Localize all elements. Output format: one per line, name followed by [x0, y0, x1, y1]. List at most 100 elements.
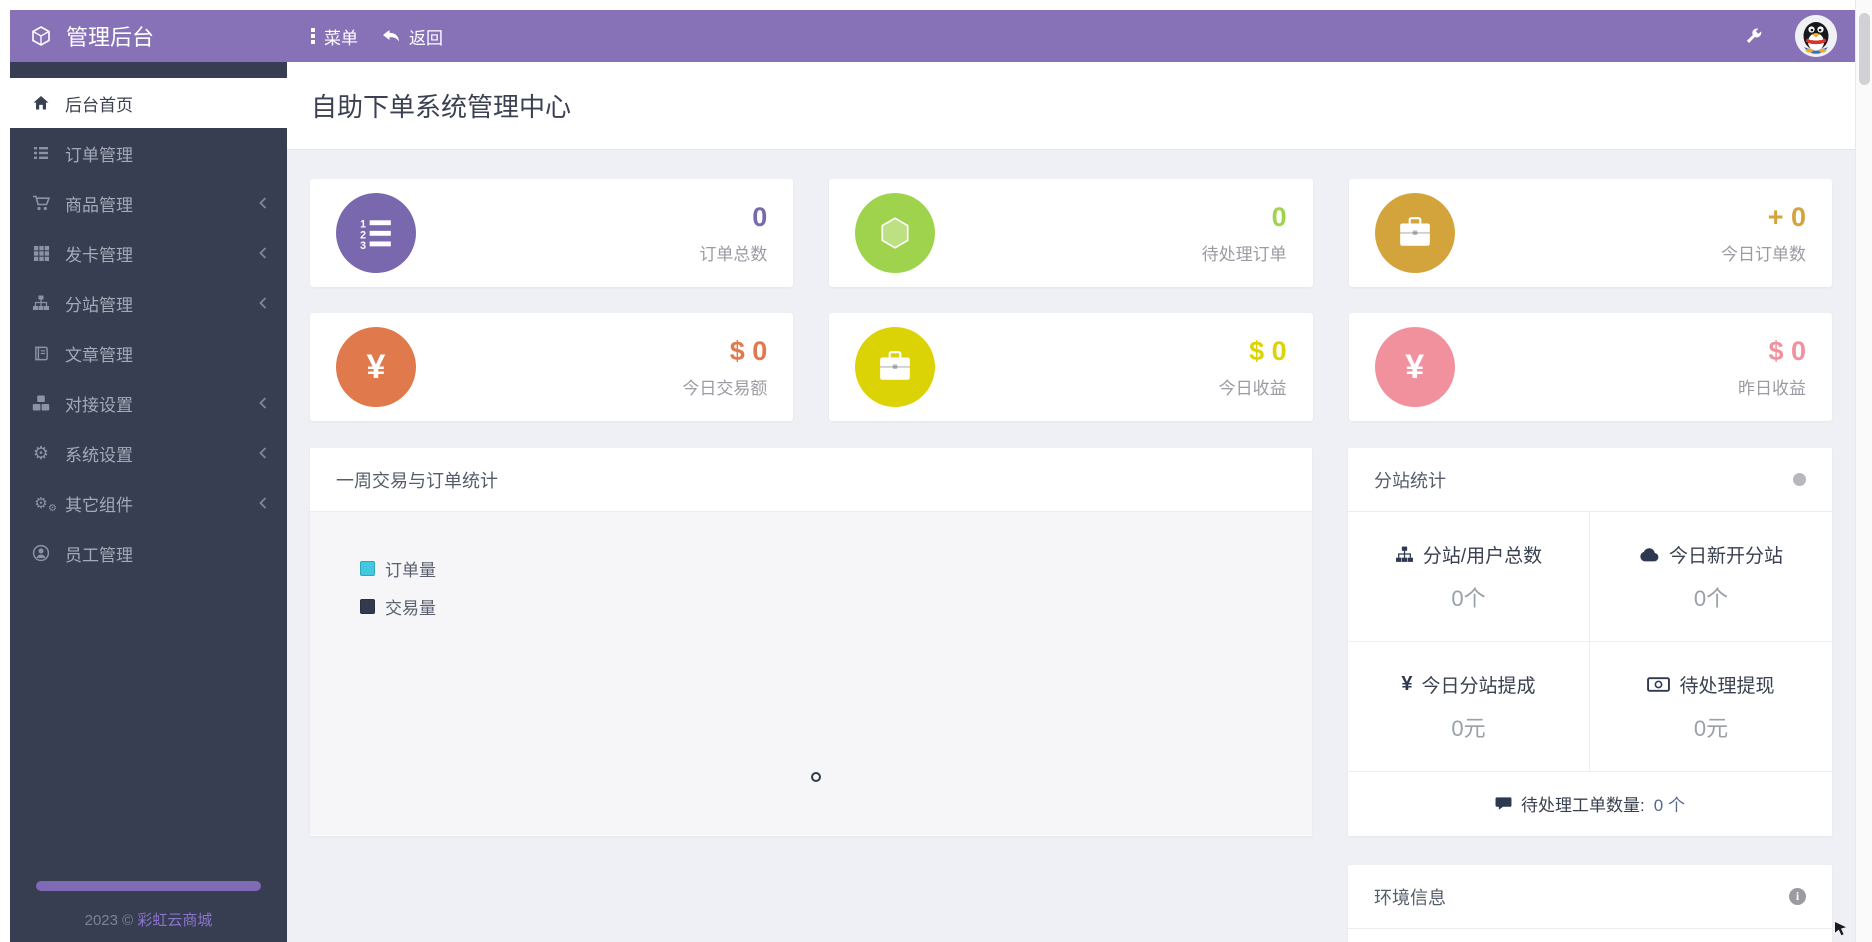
stat-value: $ 0 [1768, 335, 1806, 366]
sidebar-item-staff[interactable]: 员工管理 [10, 528, 287, 578]
stat-grid: 1 2 3 0 订单总数 0 待处理订单 + 0 今日订单数 ¥ $ 0 今日交… [310, 179, 1832, 421]
list-icon [30, 144, 52, 162]
substation-cell-commission: ¥ 今日分站提成 0元 [1348, 642, 1590, 772]
environment-panel-title: 环境信息 [1374, 887, 1446, 908]
legend-item-transactions[interactable]: 交易量 [360, 594, 436, 619]
chart-panel-header: 一周交易与订单统计 [310, 448, 1312, 512]
legend-label: 订单量 [385, 561, 436, 580]
money-bill-icon [1647, 676, 1671, 692]
loading-spinner [811, 772, 821, 782]
substation-panel: 分站统计 分站/用户总数 0个 今日新开分站 0个 ¥ 今日分站提成 0元 待处… [1348, 448, 1832, 836]
brand-title: 管理后台 [66, 25, 155, 50]
chevron-left-icon [259, 447, 267, 459]
sidebar-item-cards[interactable]: 发卡管理 [10, 228, 287, 278]
legend-swatch [360, 561, 375, 576]
cube-icon [30, 25, 52, 47]
stat-label: 今日交易额 [682, 378, 768, 398]
sidebar-item-label: 对接设置 [65, 395, 133, 415]
gear-icon: ⚙ [32, 443, 50, 463]
yen-icon: ¥ [336, 327, 416, 407]
stat-label: 今日订单数 [1721, 244, 1806, 264]
sidebar-item-components[interactable]: ⚙ ⚙ 其它组件 [10, 478, 287, 528]
legend-label: 交易量 [385, 599, 436, 618]
menu-label: 菜单 [324, 28, 358, 48]
sidebar-item-label: 文章管理 [65, 345, 133, 365]
sidebar-item-products[interactable]: 商品管理 [10, 178, 287, 228]
legend-item-orders[interactable]: 订单量 [360, 556, 436, 581]
sidebar-item-articles[interactable]: 文章管理 [10, 328, 287, 378]
substation-grid: 分站/用户总数 0个 今日新开分站 0个 ¥ 今日分站提成 0元 待处理提现 0… [1348, 512, 1832, 772]
chevron-left-icon [259, 497, 267, 509]
back-button[interactable]: 返回 [382, 24, 443, 49]
stat-value: 0 [1271, 201, 1287, 232]
sidebar-item-label: 分站管理 [65, 295, 133, 315]
pending-tickets-row[interactable]: 待处理工单数量: 0 个 [1348, 772, 1832, 835]
sidebar-item-substations[interactable]: 分站管理 [10, 278, 287, 328]
cell-value: 0元 [1693, 715, 1729, 741]
app-logo[interactable]: 管理后台 [10, 20, 287, 52]
cell-label: 今日分站提成 [1421, 675, 1536, 697]
scrollbar-track [1855, 0, 1872, 942]
footer-brand-link[interactable]: 彩虹云商城 [137, 912, 212, 929]
cubes-icon [30, 394, 52, 412]
page-header: 自助下单系统管理中心 [287, 62, 1855, 150]
substation-panel-header: 分站统计 [1348, 448, 1832, 512]
home-icon [30, 94, 52, 112]
chevron-left-icon [259, 297, 267, 309]
book-icon [30, 345, 52, 362]
sidebar-item-label: 订单管理 [65, 145, 133, 165]
main-content: 自助下单系统管理中心 1 2 3 0 订单总数 0 待处理订单 + 0 今日订单… [287, 62, 1855, 942]
stat-card-today-profit[interactable]: $ 0 今日收益 [829, 313, 1313, 421]
stat-card-today-orders[interactable]: + 0 今日订单数 [1348, 179, 1832, 287]
page-title: 自助下单系统管理中心 [311, 92, 572, 122]
copyright-year: 2023 © [84, 912, 134, 929]
chevron-left-icon [259, 247, 267, 259]
svg-text:3: 3 [360, 240, 366, 251]
cell-label: 分站/用户总数 [1422, 545, 1543, 567]
avatar[interactable] [1795, 15, 1837, 57]
sidebar-item-label: 商品管理 [65, 195, 133, 215]
grid-icon [30, 245, 52, 262]
stat-value: 0 [752, 201, 768, 232]
briefcase-icon [855, 327, 936, 407]
stat-label: 昨日收益 [1738, 378, 1806, 398]
list-numbered-icon: 1 2 3 [336, 193, 416, 273]
stat-card-total-orders[interactable]: 1 2 3 0 订单总数 [310, 179, 794, 287]
cell-label: 今日新开分站 [1668, 545, 1783, 567]
sidebar-item-label: 系统设置 [65, 445, 133, 465]
stat-card-pending-orders[interactable]: 0 待处理订单 [829, 179, 1313, 287]
sidebar-item-system-settings[interactable]: ⚙ 系统设置 [10, 428, 287, 478]
copyright: 2023 © 彩虹云商城 [10, 909, 287, 930]
back-label: 返回 [409, 28, 443, 48]
stat-label: 待处理订单 [1201, 244, 1287, 264]
environment-panel-header: 环境信息 i [1348, 865, 1832, 929]
cell-label: 待处理提现 [1679, 675, 1775, 697]
stat-card-yesterday-profit[interactable]: ¥ $ 0 昨日收益 [1348, 313, 1832, 421]
sidebar-item-label: 后台首页 [65, 95, 133, 115]
cell-value: 0个 [1693, 585, 1729, 611]
scrollbar-thumb[interactable] [1859, 13, 1870, 85]
chart-legend: 订单量 交易量 [360, 556, 436, 632]
stat-card-today-transactions[interactable]: ¥ $ 0 今日交易额 [310, 313, 794, 421]
substation-panel-title: 分站统计 [1374, 470, 1446, 491]
substation-cell-total: 分站/用户总数 0个 [1348, 512, 1590, 642]
sidebar-item-orders[interactable]: 订单管理 [10, 128, 287, 178]
cell-value: 0个 [1451, 585, 1486, 611]
sidebar-item-label: 其它组件 [65, 495, 133, 515]
stat-value: $ 0 [729, 335, 768, 366]
menu-toggle[interactable]: 菜单 [311, 24, 358, 49]
sidebar-item-integration[interactable]: 对接设置 [10, 378, 287, 428]
sidebar: 后台首页 订单管理 商品管理 发卡管理 分站管理 文章管理 对接设置 ⚙ 系统设… [10, 62, 287, 942]
wrench-icon[interactable] [1744, 27, 1763, 46]
info-icon[interactable]: i [1789, 888, 1806, 905]
pending-tickets-value: 0 个 [1653, 796, 1685, 815]
substation-cell-new-today: 今日新开分站 0个 [1590, 512, 1832, 642]
menu-icon [311, 28, 315, 44]
substation-cell-withdrawals: 待处理提现 0元 [1590, 642, 1832, 772]
sitemap-icon [30, 294, 52, 312]
stat-value: + 0 [1767, 201, 1806, 232]
sidebar-item-dashboard[interactable]: 后台首页 [10, 78, 287, 128]
yen-icon: ¥ [1374, 327, 1455, 407]
cloud-icon [1639, 547, 1660, 562]
user-circle-icon [30, 544, 52, 562]
